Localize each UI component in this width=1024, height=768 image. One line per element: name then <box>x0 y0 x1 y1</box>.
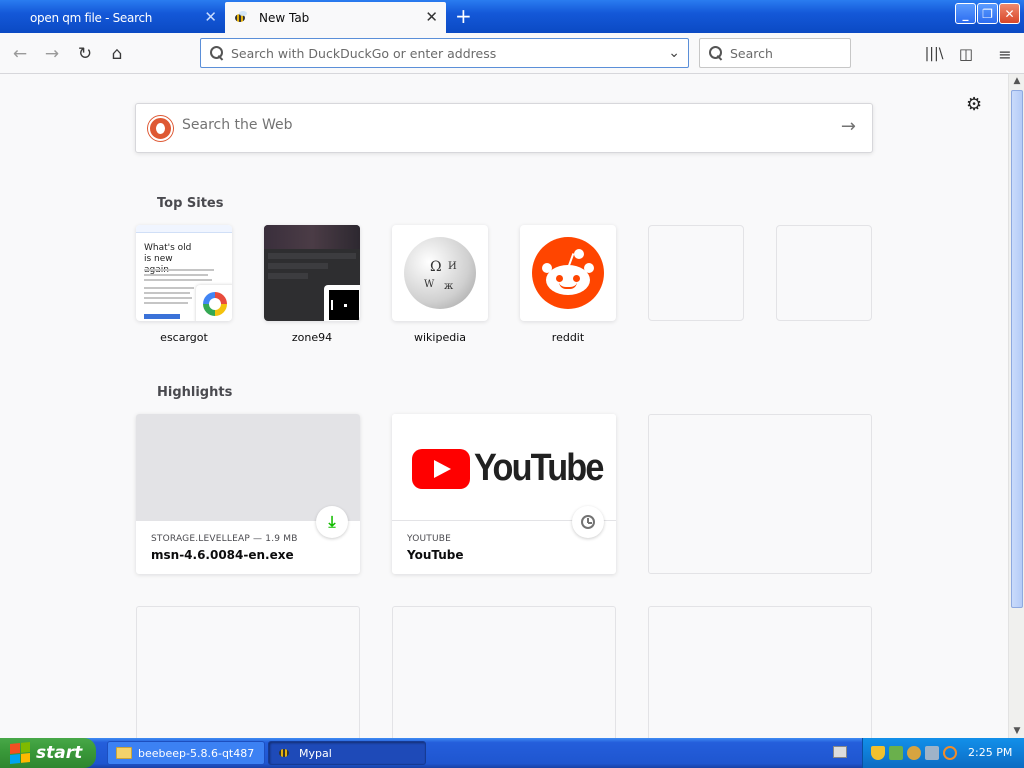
minimize-window-button[interactable]: _ <box>955 3 976 24</box>
new-tab-page: ⚙ → Top Sites What's old is new again es… <box>0 74 1008 738</box>
mypal-favicon-icon <box>233 10 249 24</box>
scroll-down-arrow-icon[interactable]: ▼ <box>1011 726 1023 736</box>
youtube-logo: YouTube <box>412 447 616 490</box>
taskbar-item-label: beebeep-5.8.6-qt487 <box>138 746 255 760</box>
sidebar-icon[interactable]: ◫ <box>952 40 980 68</box>
search-icon <box>209 45 225 61</box>
restore-window-button[interactable]: ❐ <box>977 3 998 24</box>
chevron-down-icon[interactable]: ⌄ <box>668 45 680 61</box>
card-image: YouTube <box>392 414 616 521</box>
vertical-scrollbar[interactable]: ▲ ▼ <box>1008 74 1024 738</box>
card-title: YouTube <box>407 548 464 562</box>
start-label: start <box>36 743 83 763</box>
highlights-heading: Highlights <box>157 385 233 400</box>
top-site-wikipedia[interactable]: Ω И W ж wikipedia <box>392 225 488 344</box>
arrow-right-icon[interactable]: → <box>841 116 856 137</box>
clock-icon <box>572 506 604 538</box>
highlight-card-download[interactable]: ⤓ STORAGE.LEVELLEAP — 1.9 MB msn-4.6.008… <box>136 414 360 574</box>
windows-logo-icon <box>10 741 30 765</box>
taskbar-item-beebeep[interactable]: beebeep-5.8.6-qt487 <box>107 741 265 765</box>
tab-new-tab[interactable]: New Tab ✕ <box>225 2 446 33</box>
site-thumbnail[interactable]: What's old is new again <box>136 225 232 321</box>
card-title: msn-4.6.0084-en.exe <box>151 548 294 562</box>
mypal-icon <box>277 747 293 759</box>
tab-search-results[interactable]: open qm file - Search ✕ <box>0 2 225 33</box>
new-tab-plus-icon[interactable]: + <box>455 5 472 27</box>
top-site-escargot[interactable]: What's old is new again escargot <box>136 225 232 344</box>
taskbar: start beebeep-5.8.6-qt487 Mypal 2:25 PM <box>0 738 1024 768</box>
folder-icon <box>116 747 132 759</box>
top-site-zone94[interactable]: zone94 <box>264 225 360 344</box>
highlight-empty-slot <box>136 606 360 738</box>
top-site-empty-slot[interactable] <box>648 225 744 321</box>
taskbar-clock: 2:25 PM <box>968 746 1013 759</box>
highlight-empty-slot <box>392 606 616 738</box>
web-search-input[interactable] <box>182 117 802 133</box>
youtube-play-icon <box>412 448 470 489</box>
top-site-reddit[interactable]: reddit <box>520 225 616 344</box>
download-icon: ⤓ <box>316 506 348 538</box>
start-button[interactable]: start <box>0 738 96 768</box>
top-sites-heading: Top Sites <box>157 196 224 211</box>
site-label: zone94 <box>291 331 333 344</box>
address-bar[interactable]: ⌄ <box>200 38 689 68</box>
highlight-card-youtube[interactable]: YouTube YOUTUBE YouTube <box>392 414 616 574</box>
site-label: reddit <box>551 331 585 344</box>
close-window-button[interactable]: ✕ <box>999 3 1020 24</box>
network-icon[interactable] <box>889 746 903 760</box>
shield-icon[interactable] <box>871 746 885 760</box>
taskbar-item-label: Mypal <box>299 746 332 760</box>
navigation-toolbar: ← → ↻ ⌂ ⌄ |||\ ◫ ≡ <box>0 33 1024 74</box>
site-label: escargot <box>160 331 208 344</box>
site-label: wikipedia <box>413 331 466 344</box>
search-bar[interactable] <box>699 38 851 68</box>
thumbnail-heading: What's old is new again <box>144 243 192 275</box>
search-tray-icon[interactable] <box>943 746 957 760</box>
scroll-up-arrow-icon[interactable]: ▲ <box>1011 76 1023 86</box>
scrollbar-thumb[interactable] <box>1011 90 1023 608</box>
pong-favicon-icon <box>324 285 360 321</box>
search-icon <box>708 45 724 61</box>
back-icon[interactable]: ← <box>6 40 34 68</box>
home-icon[interactable]: ⌂ <box>103 40 131 68</box>
taskbar-item-mypal[interactable]: Mypal <box>268 741 426 765</box>
bee-tray-icon[interactable] <box>907 746 921 760</box>
site-thumbnail[interactable] <box>648 225 744 321</box>
tab-label: open qm file - Search <box>30 10 153 25</box>
youtube-wordmark: YouTube <box>474 447 604 489</box>
card-source: STORAGE.LEVELLEAP — 1.9 MB <box>151 534 298 544</box>
keyboard-icon[interactable] <box>833 746 847 758</box>
card-source: YOUTUBE <box>407 534 452 544</box>
system-tray: 2:25 PM <box>862 738 1024 768</box>
site-thumbnail[interactable]: Ω И W ж <box>392 225 488 321</box>
escargot-favicon-icon <box>196 285 232 321</box>
reddit-logo-icon <box>532 237 604 309</box>
settings-tray-icon[interactable] <box>925 746 939 760</box>
gear-icon[interactable]: ⚙ <box>966 94 982 115</box>
library-icon[interactable]: |||\ <box>920 40 948 68</box>
top-site-empty-slot[interactable] <box>776 225 872 321</box>
search-input[interactable] <box>730 45 840 61</box>
site-thumbnail[interactable] <box>264 225 360 321</box>
close-tab-icon[interactable]: ✕ <box>425 8 438 26</box>
duckduckgo-logo-icon <box>148 116 173 141</box>
highlight-empty-slot <box>648 606 872 738</box>
tab-strip: open qm file - Search ✕ New Tab ✕ + _ ❐ … <box>0 0 1024 33</box>
card-image <box>136 414 360 521</box>
highlight-empty-slot <box>648 414 872 574</box>
forward-icon[interactable]: → <box>38 40 66 68</box>
reload-icon[interactable]: ↻ <box>71 40 99 68</box>
tab-label: New Tab <box>259 10 310 25</box>
wikipedia-globe-icon: Ω И W ж <box>404 237 476 309</box>
address-input[interactable] <box>231 45 651 61</box>
site-thumbnail[interactable] <box>776 225 872 321</box>
close-tab-icon[interactable]: ✕ <box>204 8 217 26</box>
web-search-box[interactable]: → <box>135 103 873 153</box>
menu-icon[interactable]: ≡ <box>991 40 1019 68</box>
site-thumbnail[interactable] <box>520 225 616 321</box>
